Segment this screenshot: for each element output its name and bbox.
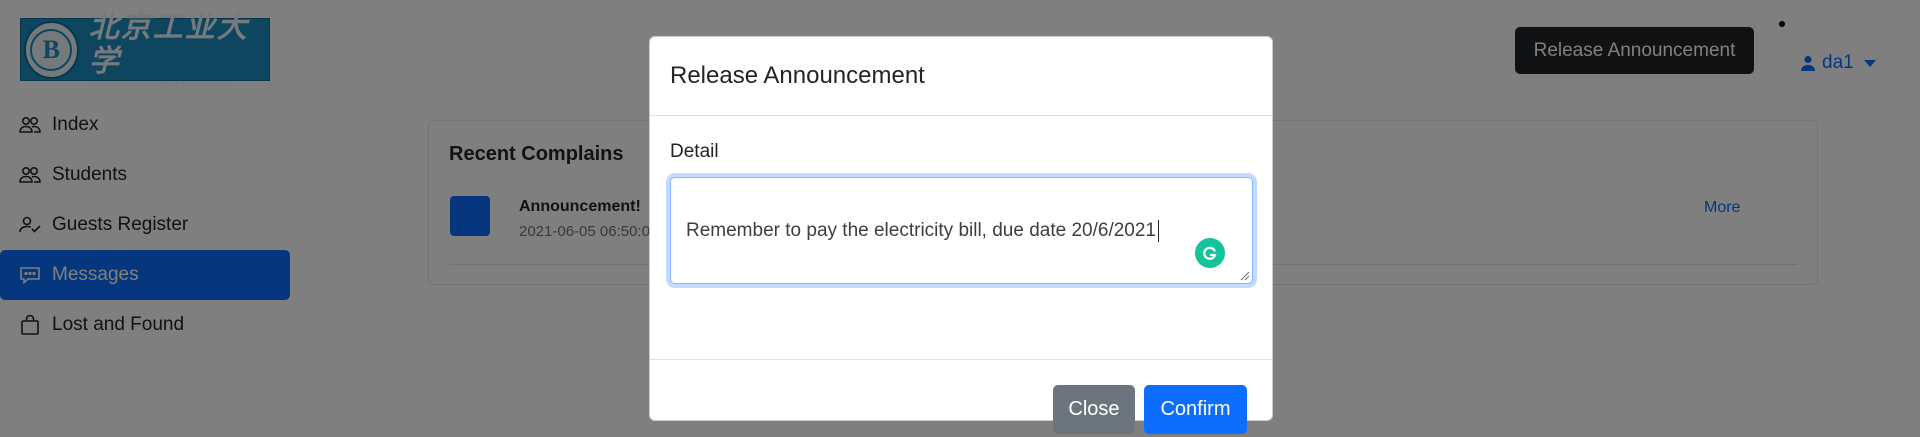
- grammarly-icon[interactable]: [1195, 238, 1225, 268]
- confirm-button[interactable]: Confirm: [1144, 385, 1247, 434]
- modal-header: Release Announcement: [650, 37, 1272, 116]
- modal-title: Release Announcement: [670, 62, 925, 89]
- detail-text-value: Remember to pay the electricity bill, du…: [686, 220, 1159, 242]
- detail-textarea[interactable]: Remember to pay the electricity bill, du…: [670, 177, 1253, 284]
- modal-footer: Close Confirm: [650, 360, 1272, 434]
- detail-label: Detail: [670, 141, 719, 162]
- close-button[interactable]: Close: [1053, 385, 1135, 434]
- resize-handle-icon[interactable]: [1240, 271, 1250, 281]
- release-announcement-modal: Release Announcement Detail Remember to …: [649, 36, 1273, 434]
- modal-body: Detail Remember to pay the electricity b…: [650, 116, 1272, 360]
